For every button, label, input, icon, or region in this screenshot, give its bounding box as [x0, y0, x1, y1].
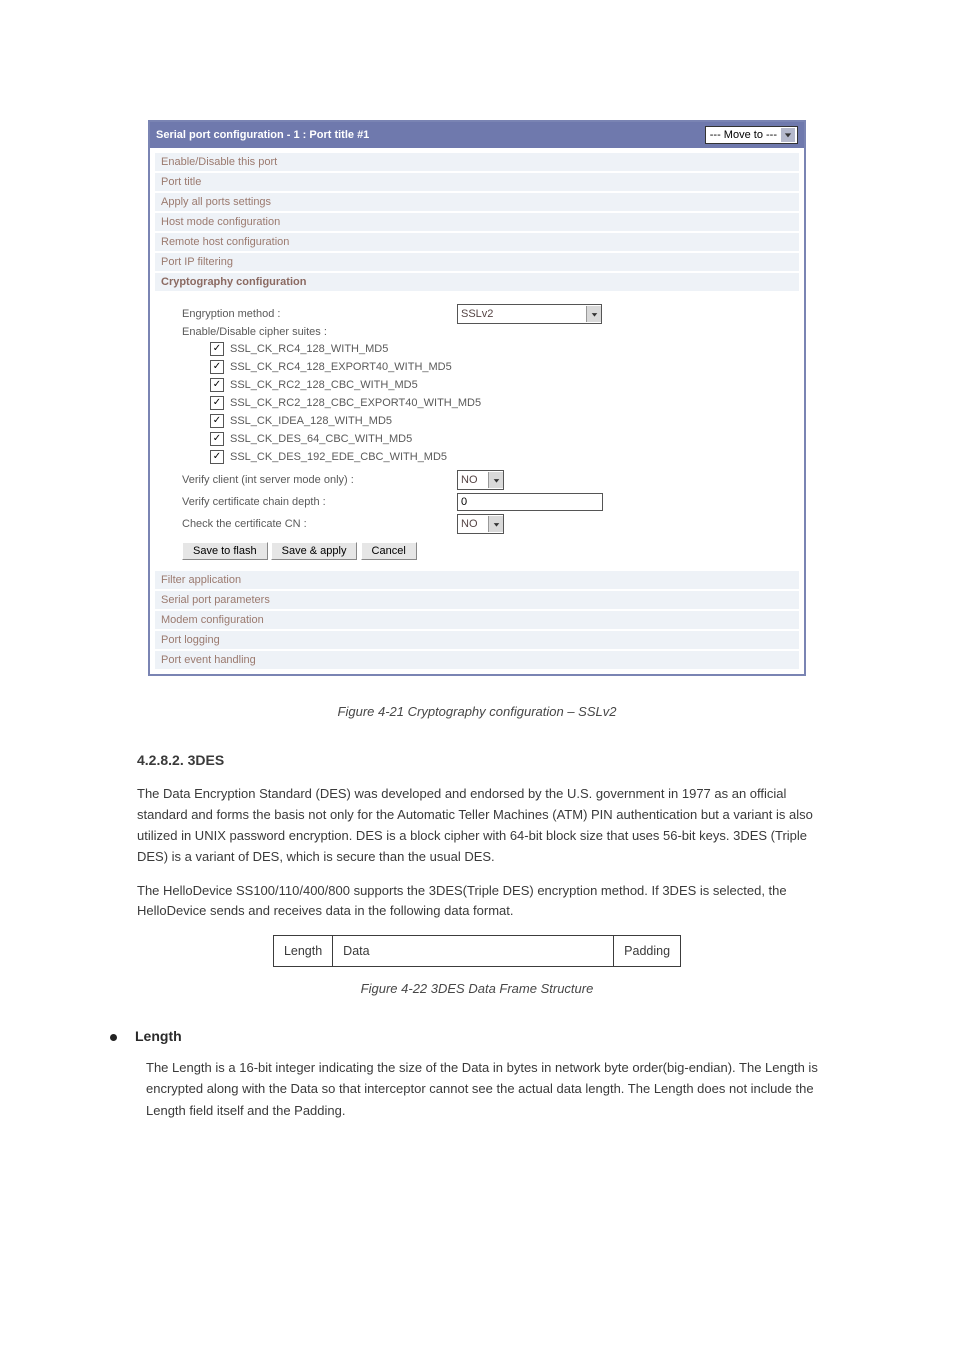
nav-item[interactable]: Modem configuration	[154, 610, 800, 630]
checkbox-checked-icon[interactable]: ✓	[210, 414, 224, 428]
nav-item[interactable]: Port logging	[154, 630, 800, 650]
config-panel: Serial port configuration - 1 : Port tit…	[148, 120, 806, 676]
cancel-button[interactable]: Cancel	[361, 542, 417, 560]
cert-depth-input[interactable]	[457, 493, 603, 511]
cipher-option[interactable]: ✓SSL_CK_IDEA_128_WITH_MD5	[210, 412, 772, 430]
chevron-down-icon	[586, 306, 601, 322]
body-paragraph: The Length is a 16-bit integer indicatin…	[146, 1057, 826, 1121]
cipher-option[interactable]: ✓SSL_CK_RC2_128_CBC_WITH_MD5	[210, 376, 772, 394]
encryption-method-select[interactable]: SSLv2	[457, 304, 602, 324]
verify-client-label: Verify client (int server mode only) :	[182, 474, 457, 486]
body-paragraph: The HelloDevice SS100/110/400/800 suppor…	[137, 881, 817, 923]
nav-item[interactable]: Filter application	[154, 570, 800, 590]
frame-structure-table: Length Data Padding	[273, 935, 681, 967]
figure-caption: Figure 4-21 Cryptography configuration –…	[0, 704, 954, 719]
cipher-suites-label: Enable/Disable cipher suites :	[182, 326, 772, 338]
chevron-down-icon	[488, 472, 503, 488]
nav-item[interactable]: Serial port parameters	[154, 590, 800, 610]
section-heading: 4.2.8.2. 3DES	[137, 749, 817, 771]
chevron-down-icon	[488, 516, 503, 532]
nav-item[interactable]: Host mode configuration	[154, 212, 800, 232]
save-and-apply-button[interactable]: Save & apply	[271, 542, 358, 560]
nav-item-active[interactable]: Cryptography configuration	[154, 272, 800, 292]
frame-col-data: Data	[333, 936, 614, 967]
check-cn-select[interactable]: NO	[457, 514, 504, 534]
save-to-flash-button[interactable]: Save to flash	[182, 542, 268, 560]
cipher-option[interactable]: ✓SSL_CK_DES_64_CBC_WITH_MD5	[210, 430, 772, 448]
cert-depth-label: Verify certificate chain depth :	[182, 496, 457, 508]
chevron-down-icon	[781, 128, 795, 142]
cipher-option[interactable]: ✓SSL_CK_DES_192_EDE_CBC_WITH_MD5	[210, 448, 772, 466]
bullet-item: Length	[110, 1028, 790, 1044]
checkbox-checked-icon[interactable]: ✓	[210, 432, 224, 446]
move-to-label: --- Move to ---	[710, 129, 777, 141]
verify-client-select[interactable]: NO	[457, 470, 504, 490]
bullet-icon	[110, 1034, 117, 1041]
nav-item[interactable]: Remote host configuration	[154, 232, 800, 252]
panel-title: Serial port configuration - 1 : Port tit…	[156, 129, 369, 141]
body-paragraph: The Data Encryption Standard (DES) was d…	[137, 784, 817, 867]
panel-titlebar: Serial port configuration - 1 : Port tit…	[150, 122, 804, 148]
checkbox-checked-icon[interactable]: ✓	[210, 342, 224, 356]
cryptography-form: Engryption method : SSLv2 Enable/Disable…	[154, 292, 800, 570]
cipher-option[interactable]: ✓SSL_CK_RC4_128_EXPORT40_WITH_MD5	[210, 358, 772, 376]
encryption-method-label: Engryption method :	[182, 308, 457, 320]
nav-item[interactable]: Port event handling	[154, 650, 800, 670]
nav-item[interactable]: Port IP filtering	[154, 252, 800, 272]
checkbox-checked-icon[interactable]: ✓	[210, 378, 224, 392]
nav-item[interactable]: Port title	[154, 172, 800, 192]
nav-item[interactable]: Apply all ports settings	[154, 192, 800, 212]
check-cn-label: Check the certificate CN :	[182, 518, 457, 530]
checkbox-checked-icon[interactable]: ✓	[210, 450, 224, 464]
checkbox-checked-icon[interactable]: ✓	[210, 396, 224, 410]
nav-item[interactable]: Enable/Disable this port	[154, 152, 800, 172]
frame-col-length: Length	[273, 936, 332, 967]
cipher-option[interactable]: ✓SSL_CK_RC4_128_WITH_MD5	[210, 340, 772, 358]
length-heading: Length	[135, 1028, 182, 1044]
move-to-select[interactable]: --- Move to ---	[705, 126, 798, 144]
cipher-option[interactable]: ✓SSL_CK_RC2_128_CBC_EXPORT40_WITH_MD5	[210, 394, 772, 412]
frame-col-padding: Padding	[614, 936, 681, 967]
figure-caption: Figure 4-22 3DES Data Frame Structure	[137, 979, 817, 1000]
checkbox-checked-icon[interactable]: ✓	[210, 360, 224, 374]
